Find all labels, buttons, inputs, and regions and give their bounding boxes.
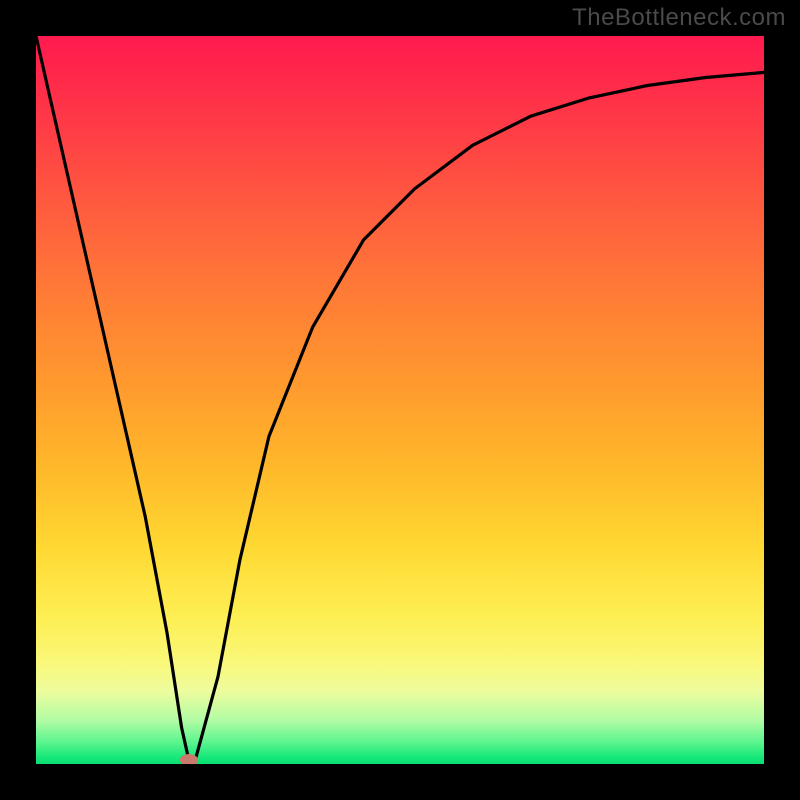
curve-svg xyxy=(36,36,764,764)
bottleneck-curve-path xyxy=(36,36,764,760)
watermark-text: TheBottleneck.com xyxy=(572,4,786,32)
chart-frame: TheBottleneck.com xyxy=(0,0,800,800)
optimal-marker xyxy=(180,754,198,764)
plot-area xyxy=(36,36,764,764)
